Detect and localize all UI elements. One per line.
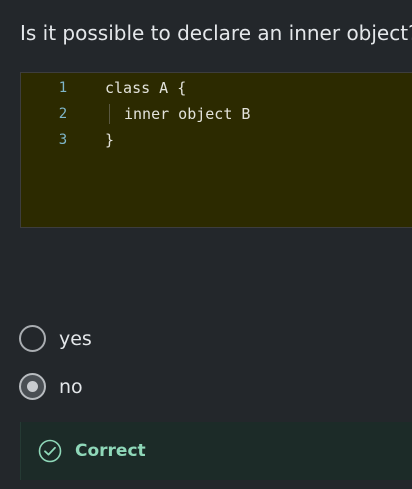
code-text: class A { (105, 79, 187, 97)
option-label-no: no (59, 376, 83, 398)
feedback-banner: Correct (20, 422, 412, 480)
radio-selected-dot (27, 381, 38, 392)
check-circle-icon (38, 439, 62, 463)
code-line: 3 } (21, 127, 412, 153)
feedback-status: Correct (75, 441, 146, 461)
option-label-yes: yes (59, 328, 92, 350)
line-number: 1 (58, 80, 68, 96)
code-text: } (105, 131, 115, 149)
question-title: Is it possible to declare an inner objec… (20, 21, 412, 45)
code-line: 1 class A { (21, 75, 412, 101)
indent-guide (109, 104, 110, 124)
line-number: 3 (58, 132, 68, 148)
code-text: inner object B (124, 105, 251, 123)
code-line: 2 inner object B (21, 101, 412, 127)
code-block: 1 class A { 2 inner object B 3 } (20, 72, 412, 228)
radio-button-no[interactable] (19, 373, 46, 400)
line-number: 2 (58, 106, 68, 122)
radio-button-yes[interactable] (19, 325, 46, 352)
